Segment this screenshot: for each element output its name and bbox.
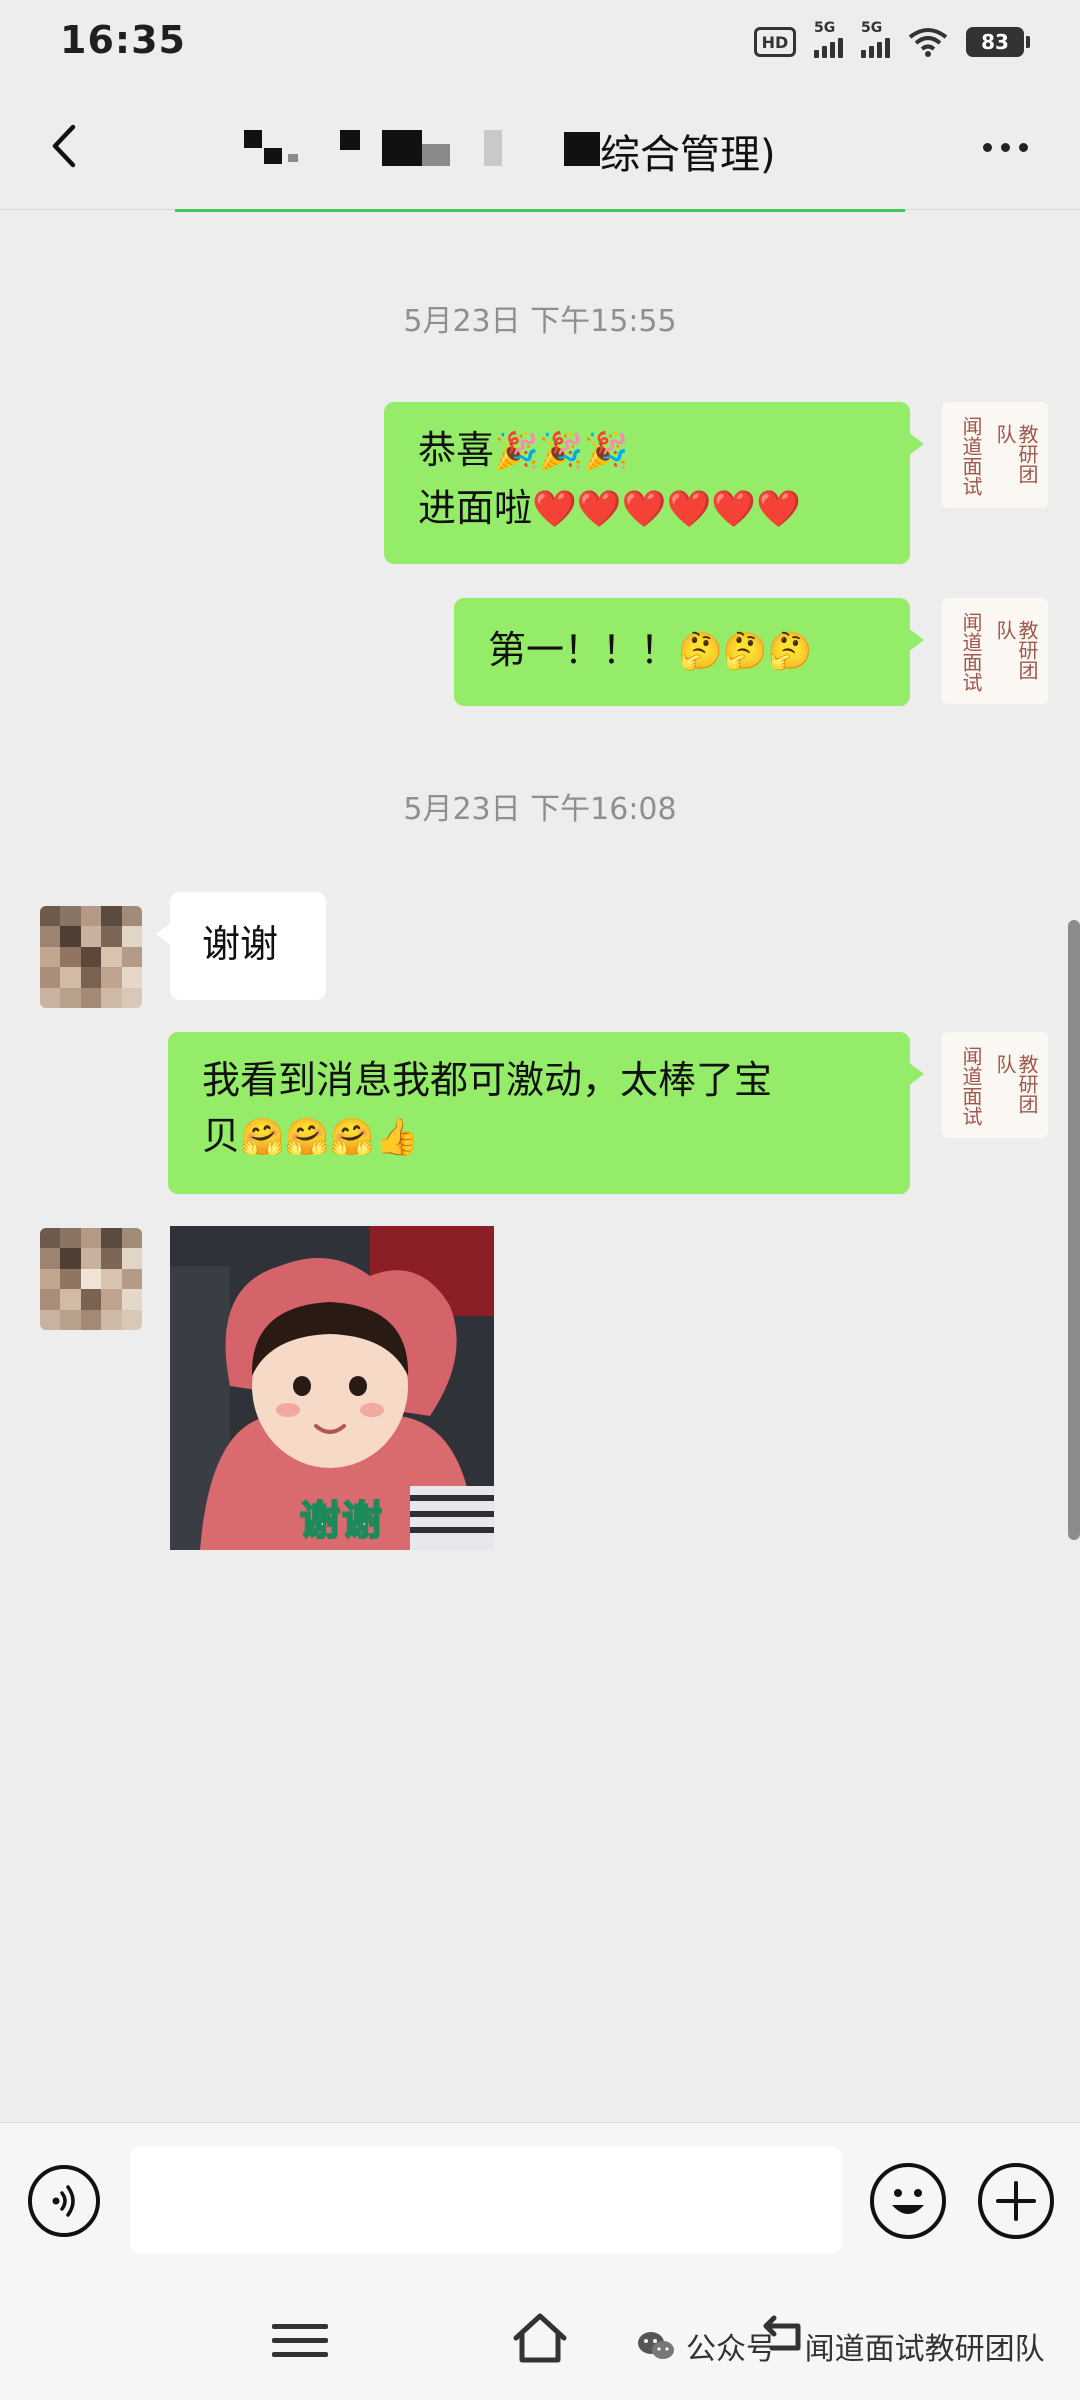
chat-title: 综合管理) xyxy=(230,120,850,178)
back-button[interactable] xyxy=(34,116,94,176)
hd-voice-icon: HD xyxy=(754,27,796,57)
menu-icon xyxy=(272,2323,328,2329)
heart-emoji: ❤️❤️❤️❤️❤️❤️ xyxy=(532,489,801,530)
nav-home-button[interactable] xyxy=(508,2308,572,2368)
my-avatar[interactable]: 闻道面试 教研团队 xyxy=(942,598,1048,704)
message-line: 贝🤗🤗🤗👍 xyxy=(202,1114,420,1158)
avatar-seal: 闻道面试 教研团队 xyxy=(959,1046,1039,1126)
input-bar xyxy=(0,2122,1080,2278)
contact-avatar[interactable] xyxy=(40,1228,142,1330)
thinking-face-emoji: 🤔🤔🤔 xyxy=(678,631,813,672)
redacted-title-block xyxy=(264,148,282,164)
chat-header: 综合管理) xyxy=(0,84,1080,210)
hugging-thumbs-up-emoji: 🤗🤗🤗👍 xyxy=(240,1117,420,1158)
message-input[interactable] xyxy=(130,2147,842,2253)
status-bar: 16:35 HD 5G 5G 83 xyxy=(0,0,1080,84)
voice-input-button[interactable] xyxy=(28,2165,100,2237)
chat-scrollbar[interactable] xyxy=(1068,920,1080,1540)
system-nav-bar: 公众号 · 闻道面试教研团队 xyxy=(0,2278,1080,2400)
watermark-text: 公众号 · 闻道面试教研团队 xyxy=(686,2332,1045,2367)
avatar-seal: 闻道面试 教研团队 xyxy=(959,612,1039,692)
message-line: 进面啦❤️❤️❤️❤️❤️❤️ xyxy=(418,486,801,530)
signal-5g-icon: 5G xyxy=(814,20,843,58)
avatar-seal: 闻道面试 教研团队 xyxy=(959,416,1039,496)
more-dots-icon xyxy=(982,142,992,152)
network-label-2: 5G xyxy=(861,20,883,36)
voice-icon xyxy=(52,2185,75,2217)
home-icon xyxy=(513,2313,567,2363)
redacted-title-block xyxy=(288,154,298,162)
redacted-title-block xyxy=(422,144,450,166)
sticker-caption: 谢谢 xyxy=(299,1497,384,1545)
battery-icon: 83 xyxy=(966,27,1030,57)
status-icons: HD 5G 5G 83 xyxy=(754,20,1030,62)
chevron-left-icon xyxy=(52,124,76,168)
sticker-image[interactable]: 谢谢 xyxy=(170,1226,494,1550)
status-time: 16:35 xyxy=(60,18,186,62)
more-actions-button[interactable] xyxy=(978,2163,1054,2239)
contact-avatar[interactable] xyxy=(40,906,142,1008)
message-line: 我看到消息我都可激动，太棒了宝 xyxy=(202,1058,773,1102)
wechat-icon xyxy=(638,2332,674,2359)
watermark: 公众号 · 闻道面试教研团队 xyxy=(636,2324,1045,2368)
emoji-smile-icon xyxy=(892,2189,924,2214)
pinned-indicator-line xyxy=(175,209,905,212)
redacted-title-block xyxy=(340,130,360,150)
plus-circle-icon xyxy=(996,2181,1036,2221)
redacted-title-block xyxy=(244,130,262,148)
chat-title-text: 综合管理) xyxy=(600,132,776,178)
emoji-button[interactable] xyxy=(870,2163,946,2239)
more-options-button[interactable] xyxy=(970,124,1040,170)
my-avatar[interactable]: 闻道面试 教研团队 xyxy=(942,1032,1048,1138)
wifi-icon xyxy=(908,27,948,57)
message-timestamp: 5月23日 下午16:08 xyxy=(403,792,677,827)
my-avatar[interactable]: 闻道面试 教研团队 xyxy=(942,402,1048,508)
redacted-title-block xyxy=(382,130,422,166)
nav-menu-button[interactable] xyxy=(272,2312,328,2368)
redacted-title-block xyxy=(564,132,600,166)
party-popper-emoji: 🎉🎉🎉 xyxy=(494,431,629,472)
message-line: 恭喜🎉🎉🎉 xyxy=(418,428,629,472)
signal-5g-icon-2: 5G xyxy=(861,20,890,58)
my-message-bubble[interactable]: 恭喜🎉🎉🎉 进面啦❤️❤️❤️❤️❤️❤️ xyxy=(384,402,924,564)
contact-message-bubble[interactable]: 谢谢 xyxy=(156,892,326,1000)
my-message-bubble[interactable]: 我看到消息我都可激动，太棒了宝 贝🤗🤗🤗👍 xyxy=(168,1032,924,1194)
network-label: 5G xyxy=(814,20,836,36)
my-message-bubble[interactable]: 第一！！！🤔🤔🤔 xyxy=(454,598,924,706)
redacted-title-block xyxy=(484,130,502,166)
message-timestamp: 5月23日 下午15:55 xyxy=(403,304,677,339)
